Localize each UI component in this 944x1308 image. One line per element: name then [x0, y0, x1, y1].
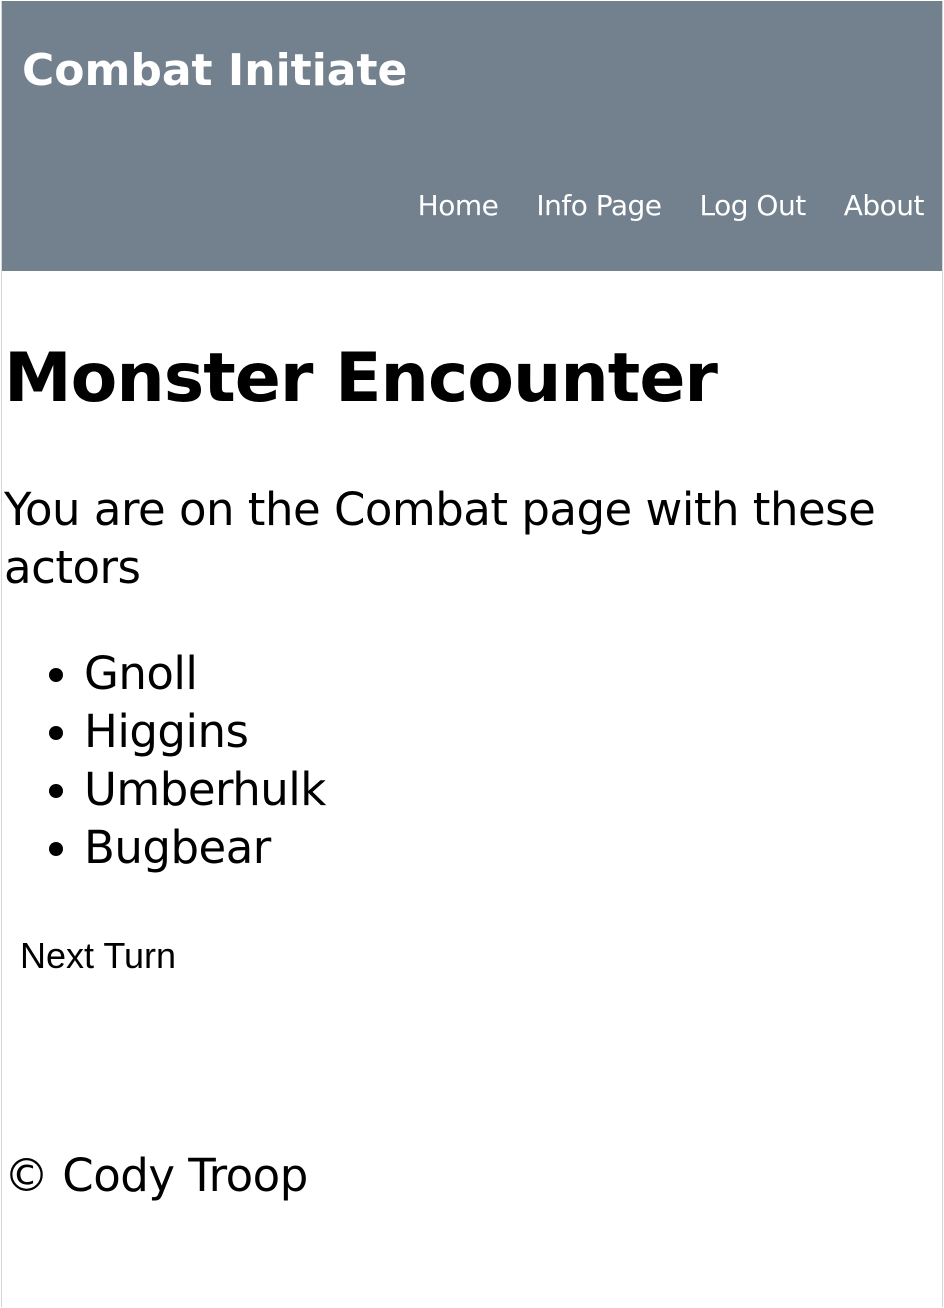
site-header: Combat Initiate Home Info Page Log Out A… — [2, 1, 942, 271]
nav-link-log-out[interactable]: Log Out — [700, 189, 807, 222]
actor-item-gnoll: Gnoll — [84, 645, 326, 703]
intro-text: You are on the Combat page with these ac… — [4, 483, 876, 594]
actor-item-umberhulk: Umberhulk — [84, 761, 326, 819]
main-nav: Home Info Page Log Out About — [380, 189, 925, 222]
page-frame: Combat Initiate Home Info Page Log Out A… — [1, 1, 943, 1307]
nav-link-info-page[interactable]: Info Page — [536, 189, 662, 222]
nav-link-home[interactable]: Home — [418, 189, 499, 222]
actor-item-bugbear: Bugbear — [84, 819, 326, 877]
actor-item-higgins: Higgins — [84, 703, 326, 761]
actor-list: Gnoll Higgins Umberhulk Bugbear — [4, 645, 326, 877]
page-title: Monster Encounter — [4, 339, 718, 418]
footer-copyright: © Cody Troop — [4, 1149, 308, 1202]
nav-link-about[interactable]: About — [844, 189, 925, 222]
site-brand[interactable]: Combat Initiate — [22, 45, 407, 96]
next-turn-button[interactable]: Next Turn — [20, 935, 176, 977]
